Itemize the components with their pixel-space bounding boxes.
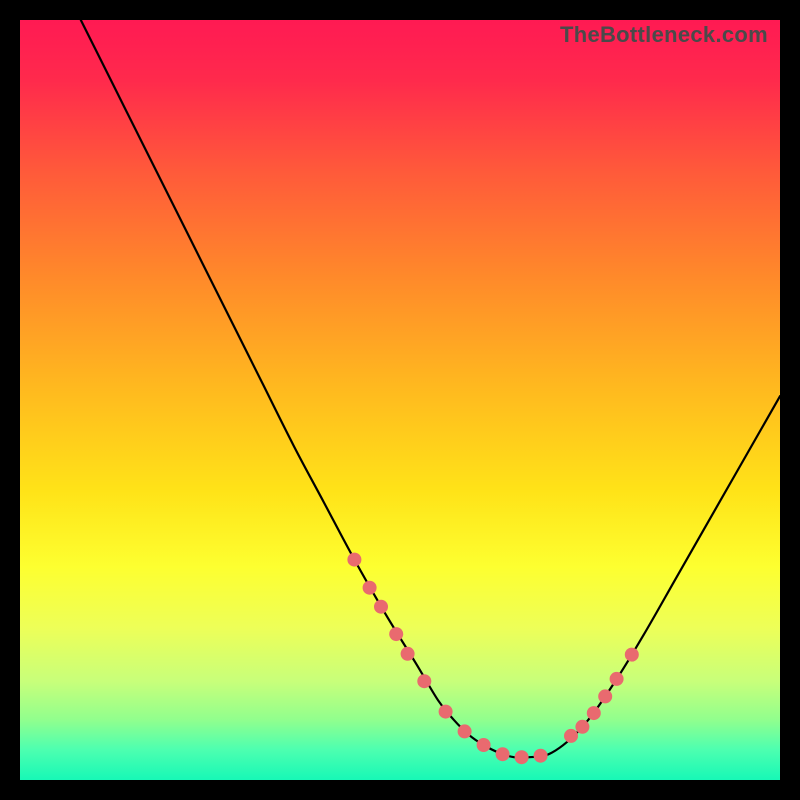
data-point: [477, 738, 491, 752]
marker-layer: [347, 553, 638, 765]
chart-frame: TheBottleneck.com: [20, 20, 780, 780]
data-point: [515, 750, 529, 764]
data-point: [625, 648, 639, 662]
data-point: [363, 581, 377, 595]
chart-svg: [20, 20, 780, 780]
data-point: [587, 706, 601, 720]
data-point: [496, 747, 510, 761]
data-point: [401, 647, 415, 661]
data-point: [389, 627, 403, 641]
bottleneck-curve: [81, 20, 780, 758]
data-point: [610, 672, 624, 686]
data-point: [374, 600, 388, 614]
data-point: [575, 720, 589, 734]
data-point: [439, 705, 453, 719]
data-point: [534, 749, 548, 763]
data-point: [458, 724, 472, 738]
data-point: [564, 729, 578, 743]
data-point: [598, 689, 612, 703]
data-point: [347, 553, 361, 567]
data-point: [417, 674, 431, 688]
